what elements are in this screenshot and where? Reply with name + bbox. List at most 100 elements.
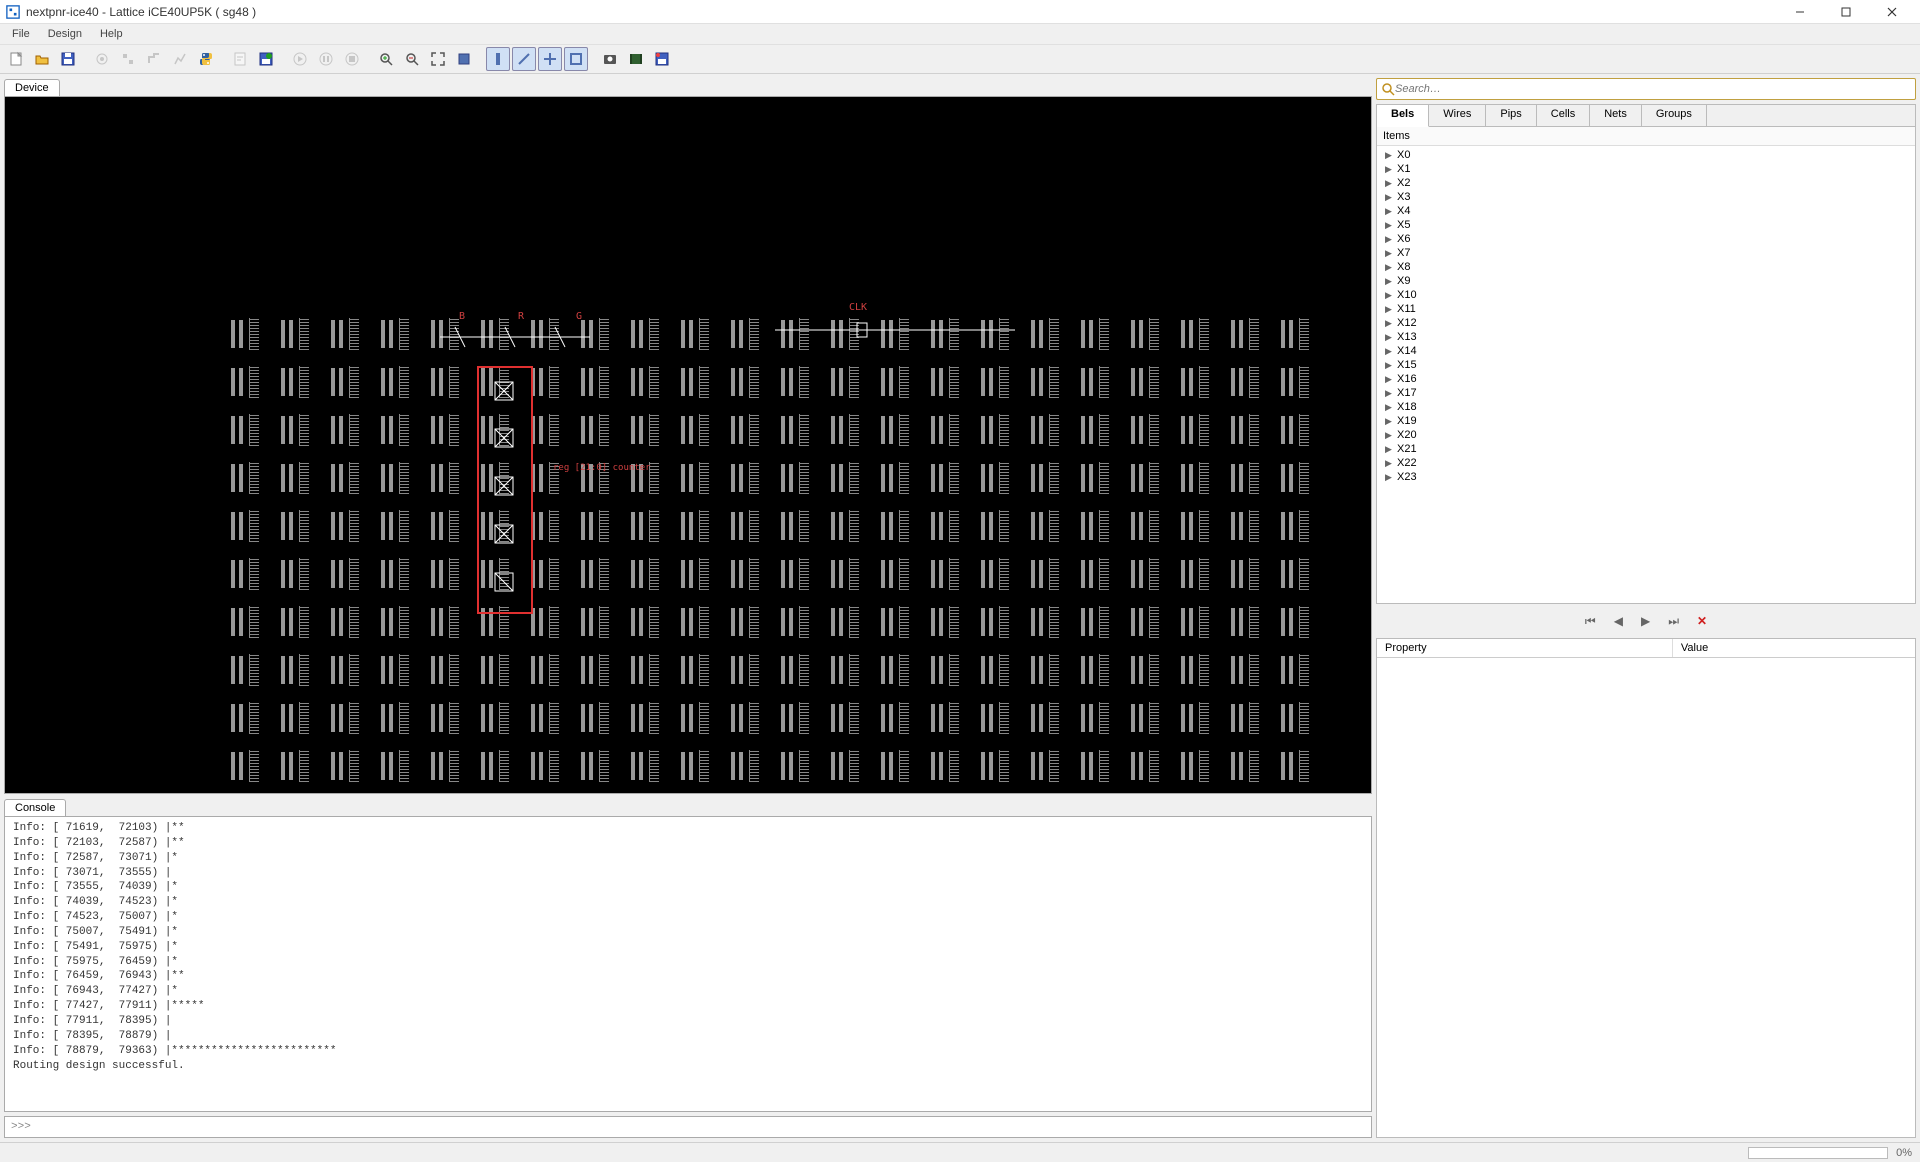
- device-tile[interactable]: [975, 360, 1014, 402]
- device-tile[interactable]: [1025, 552, 1064, 594]
- device-tile[interactable]: [925, 696, 964, 738]
- menu-design[interactable]: Design: [40, 26, 90, 42]
- device-tile[interactable]: [475, 744, 514, 786]
- expand-caret-icon[interactable]: ▶: [1385, 304, 1393, 315]
- device-tile[interactable]: [1025, 312, 1064, 354]
- expand-caret-icon[interactable]: ▶: [1385, 444, 1393, 455]
- expand-caret-icon[interactable]: ▶: [1385, 332, 1393, 343]
- stop-button[interactable]: [340, 47, 364, 71]
- tree-item[interactable]: ▶X23: [1377, 470, 1915, 484]
- zoom-out-button[interactable]: [400, 47, 424, 71]
- device-tile[interactable]: [875, 456, 914, 498]
- property-body[interactable]: [1377, 658, 1915, 1137]
- device-tile[interactable]: [325, 408, 364, 450]
- device-tile[interactable]: [1225, 552, 1264, 594]
- device-tile[interactable]: [925, 648, 964, 690]
- device-tile[interactable]: [725, 696, 764, 738]
- tree-item[interactable]: ▶X21: [1377, 442, 1915, 456]
- console-input[interactable]: [35, 1121, 1365, 1133]
- device-tile[interactable]: [1025, 456, 1064, 498]
- device-tile[interactable]: [775, 504, 814, 546]
- device-tile[interactable]: [825, 696, 864, 738]
- tree-item[interactable]: ▶X12: [1377, 316, 1915, 330]
- device-tile[interactable]: [1175, 552, 1214, 594]
- device-tile[interactable]: [875, 360, 914, 402]
- device-tile[interactable]: [525, 792, 564, 794]
- device-tile[interactable]: [1025, 360, 1064, 402]
- device-tile[interactable]: [225, 504, 264, 546]
- device-tile[interactable]: [625, 408, 664, 450]
- open-button[interactable]: [30, 47, 54, 71]
- device-tile[interactable]: [825, 456, 864, 498]
- device-tile[interactable]: [925, 456, 964, 498]
- device-tile[interactable]: [675, 504, 714, 546]
- device-tile[interactable]: [425, 456, 464, 498]
- device-tile[interactable]: [1075, 456, 1114, 498]
- tab-nets[interactable]: Nets: [1590, 105, 1642, 126]
- device-tile[interactable]: [375, 744, 414, 786]
- console-output[interactable]: Info: [ 71619, 72103) |** Info: [ 72103,…: [4, 816, 1372, 1112]
- device-tile[interactable]: [375, 312, 414, 354]
- device-tile[interactable]: [925, 504, 964, 546]
- device-tile[interactable]: [575, 696, 614, 738]
- device-tile[interactable]: [1225, 360, 1264, 402]
- tab-pips[interactable]: Pips: [1486, 105, 1536, 126]
- device-tile[interactable]: [925, 408, 964, 450]
- device-tile[interactable]: [225, 552, 264, 594]
- device-tile[interactable]: [375, 360, 414, 402]
- device-tile[interactable]: [475, 792, 514, 794]
- device-tile[interactable]: [225, 648, 264, 690]
- device-tile[interactable]: [1225, 504, 1264, 546]
- device-tile[interactable]: [1075, 312, 1114, 354]
- device-tile[interactable]: [925, 552, 964, 594]
- device-tile[interactable]: [275, 456, 314, 498]
- device-tile[interactable]: [775, 792, 814, 794]
- tree-item[interactable]: ▶X8: [1377, 260, 1915, 274]
- device-tile[interactable]: [425, 792, 464, 794]
- tree-item[interactable]: ▶X13: [1377, 330, 1915, 344]
- device-tile[interactable]: [225, 744, 264, 786]
- device-tile[interactable]: [625, 552, 664, 594]
- tree-item[interactable]: ▶X7: [1377, 246, 1915, 260]
- tree-item[interactable]: ▶X0: [1377, 148, 1915, 162]
- assign-button[interactable]: [228, 47, 252, 71]
- device-tile[interactable]: [875, 648, 914, 690]
- device-tile[interactable]: [1075, 744, 1114, 786]
- device-tile[interactable]: [875, 744, 914, 786]
- item-tree[interactable]: ▶X0▶X1▶X2▶X3▶X4▶X5▶X6▶X7▶X8▶X9▶X10▶X11▶X…: [1377, 146, 1915, 603]
- diag-mode-button[interactable]: [512, 47, 536, 71]
- device-tile[interactable]: [725, 504, 764, 546]
- device-tile[interactable]: [275, 552, 314, 594]
- device-tile[interactable]: [675, 552, 714, 594]
- save-svg-button[interactable]: [650, 47, 674, 71]
- zoom-in-button[interactable]: [374, 47, 398, 71]
- device-tile[interactable]: [725, 408, 764, 450]
- device-tile[interactable]: [375, 648, 414, 690]
- tree-item[interactable]: ▶X2: [1377, 176, 1915, 190]
- device-tile[interactable]: [625, 312, 664, 354]
- expand-caret-icon[interactable]: ▶: [1385, 290, 1393, 301]
- device-tile[interactable]: [275, 744, 314, 786]
- device-tile[interactable]: [1275, 456, 1314, 498]
- device-tile[interactable]: [1075, 360, 1114, 402]
- device-tile[interactable]: [975, 456, 1014, 498]
- expand-caret-icon[interactable]: ▶: [1385, 430, 1393, 441]
- device-tile[interactable]: [675, 744, 714, 786]
- device-tile[interactable]: [325, 312, 364, 354]
- line-mode-button[interactable]: [486, 47, 510, 71]
- device-tile[interactable]: [225, 408, 264, 450]
- tree-item[interactable]: ▶X5: [1377, 218, 1915, 232]
- device-tile[interactable]: [575, 360, 614, 402]
- device-tile[interactable]: [1275, 312, 1314, 354]
- device-tile[interactable]: [775, 408, 814, 450]
- device-tile[interactable]: [575, 408, 614, 450]
- device-tile[interactable]: [225, 696, 264, 738]
- device-tile[interactable]: [725, 360, 764, 402]
- device-tile[interactable]: [375, 792, 414, 794]
- screenshot-button[interactable]: [598, 47, 622, 71]
- device-tile[interactable]: [625, 744, 664, 786]
- device-tile[interactable]: [625, 600, 664, 642]
- device-tile[interactable]: [925, 744, 964, 786]
- device-tile[interactable]: [1225, 744, 1264, 786]
- device-tile[interactable]: [725, 648, 764, 690]
